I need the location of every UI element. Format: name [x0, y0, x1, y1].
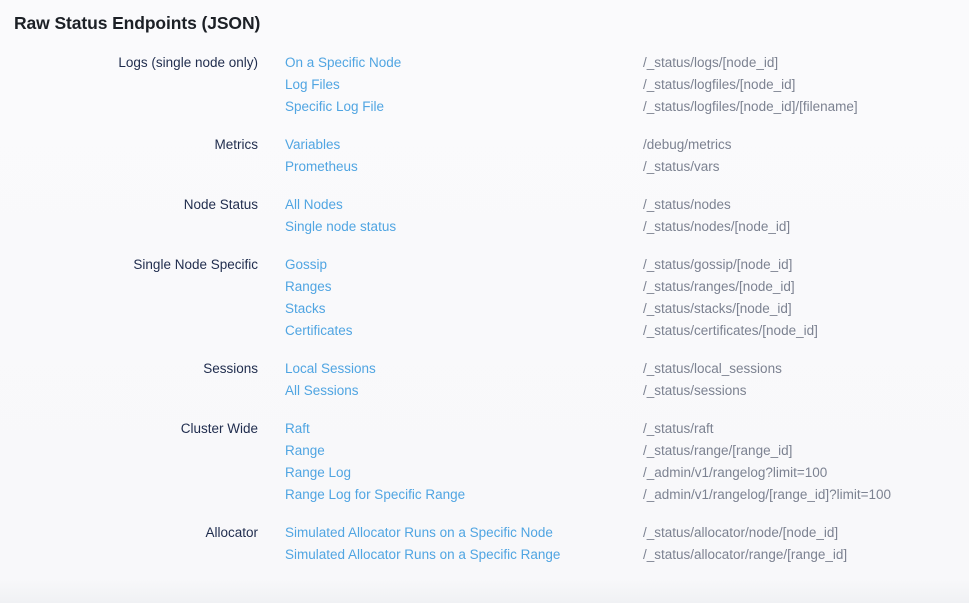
endpoint-path: /_status/stacks/[node_id] — [643, 298, 792, 320]
endpoint-path: /_admin/v1/rangelog?limit=100 — [643, 462, 827, 484]
endpoint-row: All Nodes/_status/nodes — [285, 194, 969, 216]
endpoint-link[interactable]: On a Specific Node — [285, 52, 643, 74]
endpoint-path: /debug/metrics — [643, 134, 732, 156]
page-title: Raw Status Endpoints (JSON) — [0, 13, 969, 34]
endpoint-section: Single Node Specific Gossip/_status/gossi… — [0, 254, 969, 342]
section-rows: Local Sessions/_status/local_sessionsAll… — [285, 358, 969, 402]
section-category: Cluster Wide — [0, 418, 258, 440]
endpoint-path: /_status/ranges/[node_id] — [643, 276, 795, 298]
section-category: Single Node Specific — [0, 254, 258, 276]
endpoint-row: Range Log/_admin/v1/rangelog?limit=100 — [285, 462, 969, 484]
section-rows: Variables/debug/metricsPrometheus/_statu… — [285, 134, 969, 178]
endpoint-path: /_status/gossip/[node_id] — [643, 254, 792, 276]
endpoint-link[interactable]: Range — [285, 440, 643, 462]
endpoint-row: Single node status/_status/nodes/[node_i… — [285, 216, 969, 238]
endpoint-row: Raft/_status/raft — [285, 418, 969, 440]
endpoint-link[interactable]: Certificates — [285, 320, 643, 342]
section-rows: Simulated Allocator Runs on a Specific N… — [285, 522, 969, 566]
endpoint-path: /_status/logfiles/[node_id]/[filename] — [643, 96, 858, 118]
endpoint-link[interactable]: Specific Log File — [285, 96, 643, 118]
section-rows: All Nodes/_status/nodesSingle node statu… — [285, 194, 969, 238]
section-category: Allocator — [0, 522, 258, 544]
endpoint-link[interactable]: Ranges — [285, 276, 643, 298]
endpoint-link[interactable]: Stacks — [285, 298, 643, 320]
endpoint-link[interactable]: All Sessions — [285, 380, 643, 402]
section-rows: Gossip/_status/gossip/[node_id]Ranges/_s… — [285, 254, 969, 342]
section-category: Metrics — [0, 134, 258, 156]
endpoint-path: /_admin/v1/rangelog/[range_id]?limit=100 — [643, 484, 891, 506]
endpoint-path: /_status/range/[range_id] — [643, 440, 792, 462]
endpoint-path: /_status/allocator/node/[node_id] — [643, 522, 838, 544]
endpoint-path: /_status/allocator/range/[range_id] — [643, 544, 847, 566]
endpoint-row: Range/_status/range/[range_id] — [285, 440, 969, 462]
endpoint-link[interactable]: Range Log — [285, 462, 643, 484]
endpoint-link[interactable]: Local Sessions — [285, 358, 643, 380]
endpoint-row: Simulated Allocator Runs on a Specific R… — [285, 544, 969, 566]
endpoint-row: All Sessions/_status/sessions — [285, 380, 969, 402]
endpoint-sections: Logs (single node only) On a Specific Nod… — [0, 52, 969, 566]
section-category: Node Status — [0, 194, 258, 216]
endpoint-link[interactable]: Variables — [285, 134, 643, 156]
endpoint-section: Logs (single node only) On a Specific Nod… — [0, 52, 969, 118]
section-rows: Raft/_status/raftRange/_status/range/[ra… — [285, 418, 969, 506]
endpoint-row: Local Sessions/_status/local_sessions — [285, 358, 969, 380]
section-category: Sessions — [0, 358, 258, 380]
endpoint-row: Certificates/_status/certificates/[node_… — [285, 320, 969, 342]
endpoint-section: Metrics Variables/debug/metricsPrometheus… — [0, 134, 969, 178]
section-category: Logs (single node only) — [0, 52, 258, 74]
endpoint-row: Variables/debug/metrics — [285, 134, 969, 156]
endpoint-row: Prometheus/_status/vars — [285, 156, 969, 178]
endpoint-link[interactable]: Simulated Allocator Runs on a Specific R… — [285, 544, 643, 566]
endpoint-link[interactable]: Simulated Allocator Runs on a Specific N… — [285, 522, 643, 544]
endpoint-link[interactable]: Prometheus — [285, 156, 643, 178]
endpoint-section: Allocator Simulated Allocator Runs on a S… — [0, 522, 969, 566]
endpoint-path: /_status/nodes — [643, 194, 731, 216]
endpoint-row: Simulated Allocator Runs on a Specific N… — [285, 522, 969, 544]
endpoint-row: On a Specific Node/_status/logs/[node_id… — [285, 52, 969, 74]
section-rows: On a Specific Node/_status/logs/[node_id… — [285, 52, 969, 118]
endpoint-link[interactable]: Gossip — [285, 254, 643, 276]
endpoint-path: /_status/raft — [643, 418, 714, 440]
endpoint-link[interactable]: Single node status — [285, 216, 643, 238]
endpoint-link[interactable]: Raft — [285, 418, 643, 440]
endpoint-row: Log Files/_status/logfiles/[node_id] — [285, 74, 969, 96]
endpoint-section: Node Status All Nodes/_status/nodesSingle… — [0, 194, 969, 238]
raw-status-endpoints-page: Raw Status Endpoints (JSON) Logs (single… — [0, 0, 969, 603]
endpoint-path: /_status/local_sessions — [643, 358, 782, 380]
endpoint-row: Gossip/_status/gossip/[node_id] — [285, 254, 969, 276]
endpoint-link[interactable]: Log Files — [285, 74, 643, 96]
endpoint-link[interactable]: All Nodes — [285, 194, 643, 216]
endpoint-row: Stacks/_status/stacks/[node_id] — [285, 298, 969, 320]
endpoint-path: /_status/nodes/[node_id] — [643, 216, 790, 238]
endpoint-path: /_status/certificates/[node_id] — [643, 320, 818, 342]
endpoint-link[interactable]: Range Log for Specific Range — [285, 484, 643, 506]
endpoint-path: /_status/logfiles/[node_id] — [643, 74, 795, 96]
endpoint-section: Sessions Local Sessions/_status/local_ses… — [0, 358, 969, 402]
endpoint-path: /_status/logs/[node_id] — [643, 52, 778, 74]
endpoint-section: Cluster Wide Raft/_status/raftRange/_stat… — [0, 418, 969, 506]
endpoint-row: Ranges/_status/ranges/[node_id] — [285, 276, 969, 298]
endpoint-path: /_status/vars — [643, 156, 720, 178]
endpoint-path: /_status/sessions — [643, 380, 747, 402]
endpoint-row: Range Log for Specific Range/_admin/v1/r… — [285, 484, 969, 506]
endpoint-row: Specific Log File/_status/logfiles/[node… — [285, 96, 969, 118]
